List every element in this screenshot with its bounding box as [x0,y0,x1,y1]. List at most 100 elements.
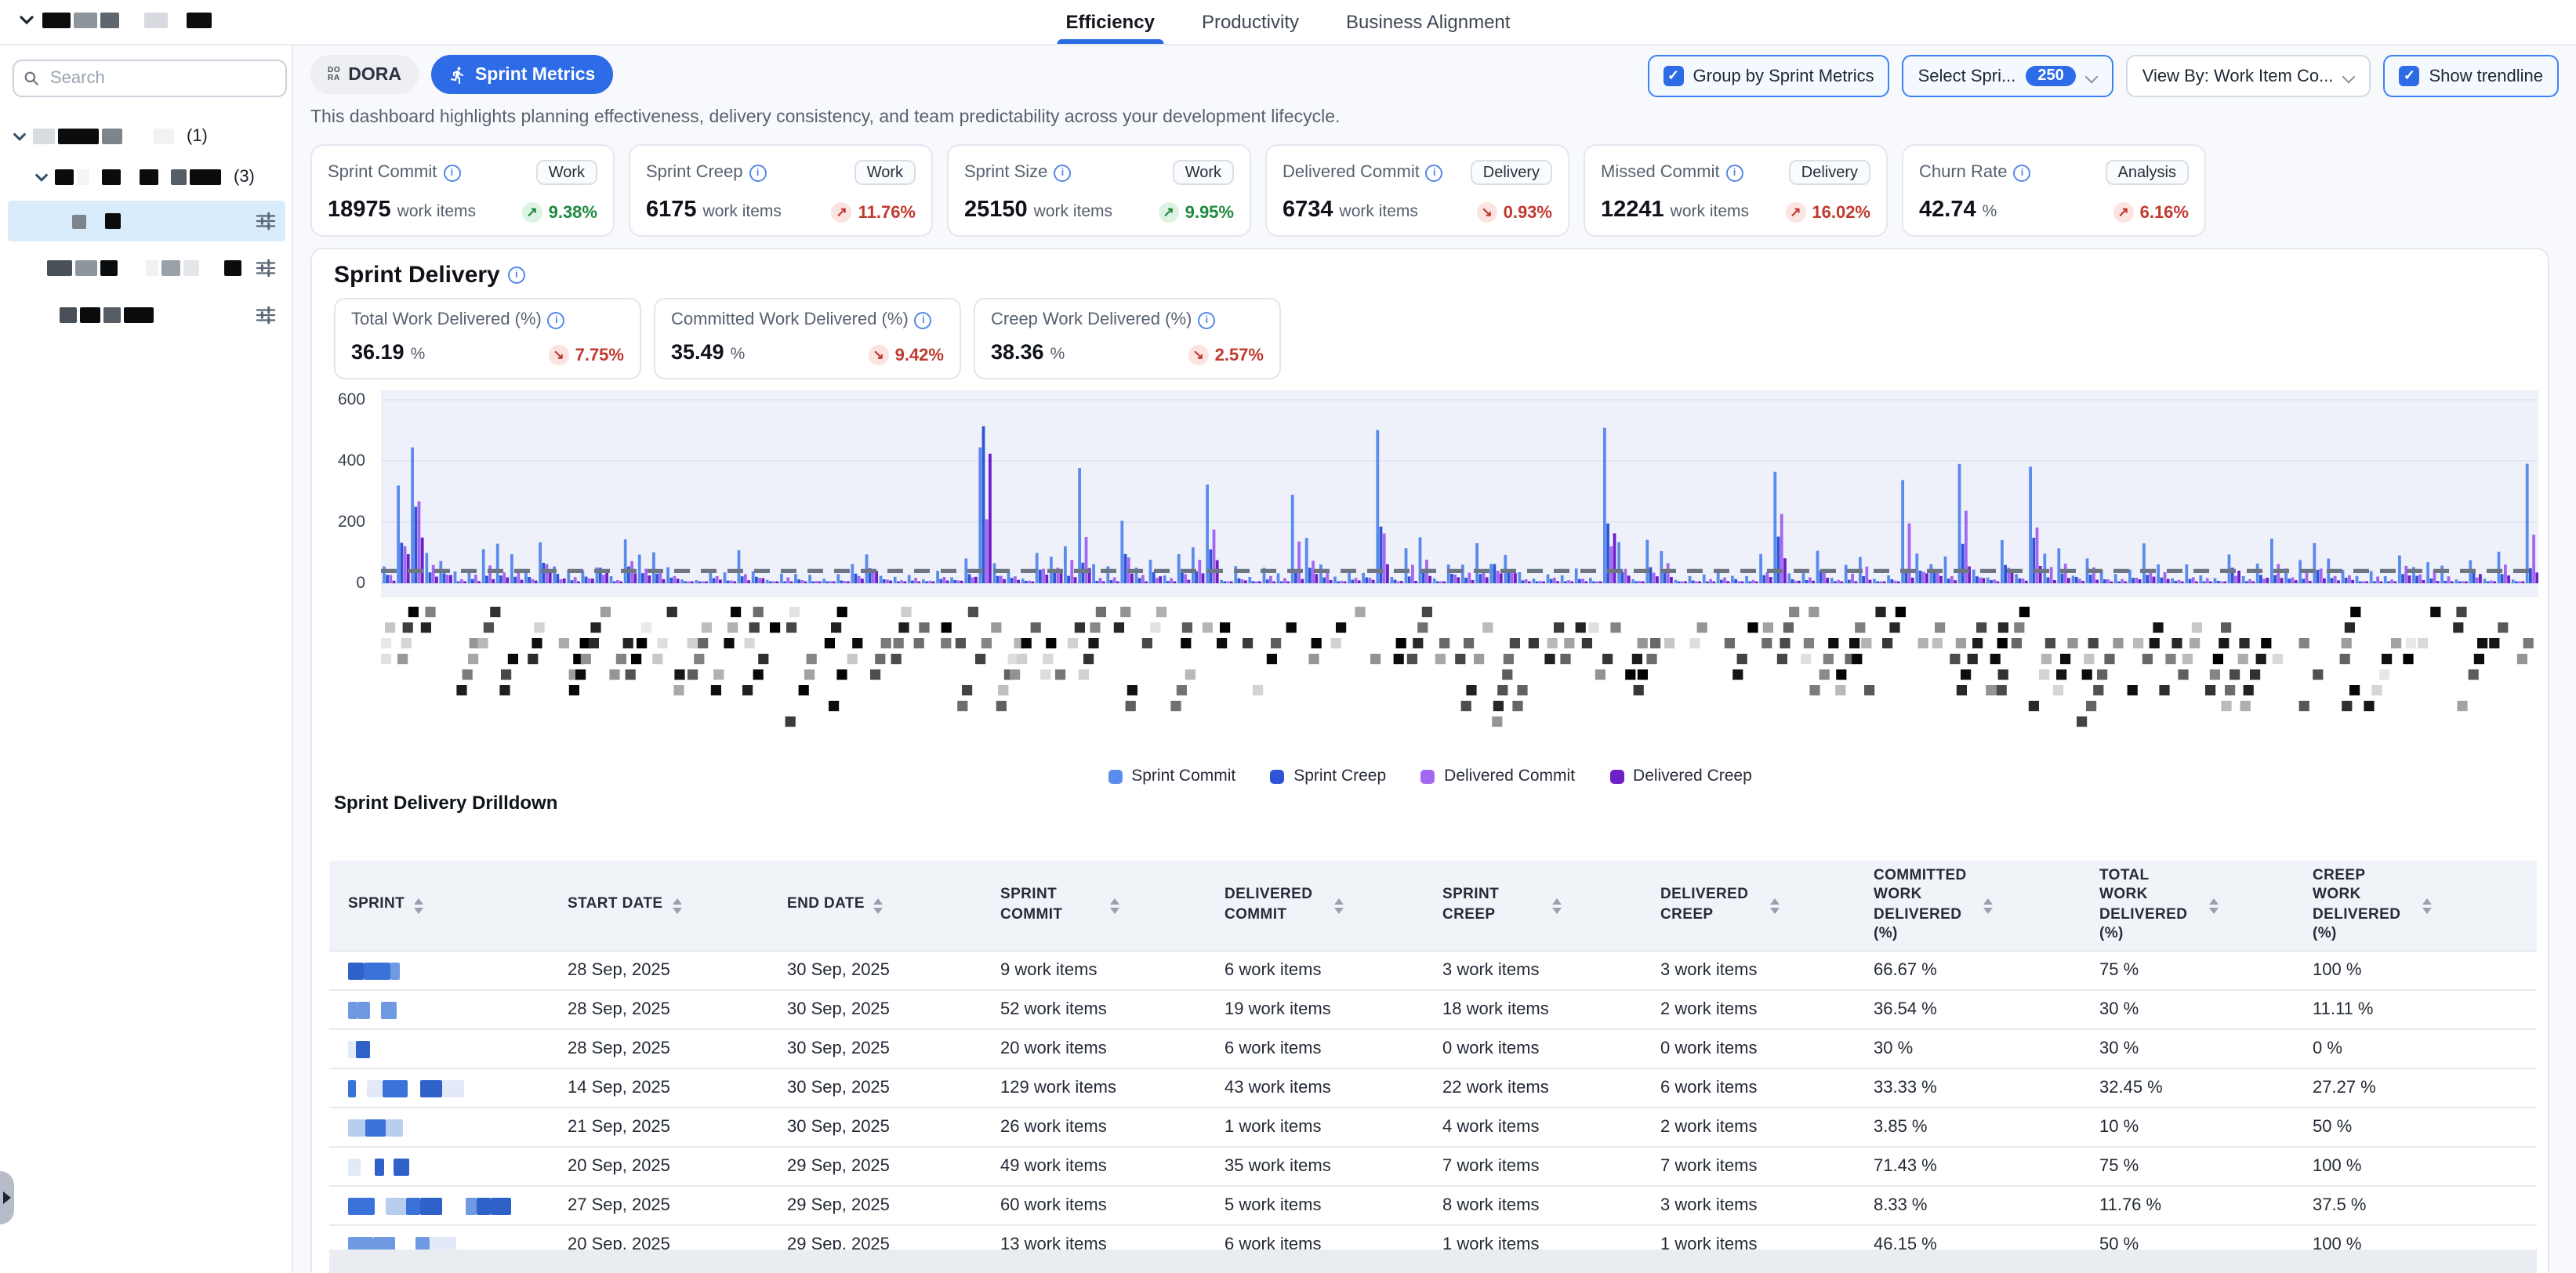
search-input[interactable] [47,67,276,89]
tab-business-alignment[interactable]: Business Alignment [1343,0,1513,44]
filter-icon-wrap[interactable] [256,211,276,231]
sort-asc-arrow [414,898,423,904]
redacted-block [190,169,221,185]
cell-delivered-commit: 6 work items [1206,1039,1424,1058]
sidebar-item[interactable]: (3) [0,160,292,194]
filter-sliders-icon[interactable] [256,258,276,278]
view-by-dropdown[interactable]: View By: Work Item Co... [2127,55,2371,97]
metric-value-row: 38.36%↘2.57% [991,340,1264,365]
metric-value-row: 35.49%↘9.42% [671,340,944,365]
column-header-label: Sprint Creep [1442,886,1543,924]
select-sprints-dropdown[interactable]: Select Spri... 250 [1903,55,2114,97]
cell-total-pct: 32.45 % [2081,1079,2294,1097]
cell-committed-pct: 3.85 % [1855,1118,2081,1137]
info-icon[interactable]: i [1054,164,1071,181]
column-header-label: Delivered Commit [1225,886,1325,924]
redacted-block [386,1197,406,1214]
sprint-name-redaction [348,1119,549,1136]
metric-delta-value: 9.42% [895,346,944,364]
cell-sprint-commit: 129 work items [981,1079,1206,1097]
info-icon[interactable]: i [915,311,932,328]
redacted-block [383,1079,408,1097]
redacted-block [72,214,86,228]
column-header-delivered-commit[interactable]: Delivered Commit [1206,886,1424,924]
legend-swatch [1420,769,1435,783]
info-icon[interactable]: i [749,164,767,181]
filter-icon-wrap[interactable] [256,258,276,278]
column-header-sprint[interactable]: Sprint [329,896,549,916]
dora-label: DORA [348,65,401,84]
y-tick-label: 600 [318,390,365,409]
info-icon[interactable]: i [443,164,460,181]
trend-up-arrow-icon: ↗ [1159,202,1179,223]
sort-icon [673,898,682,913]
chevron-down-icon[interactable] [34,170,49,184]
sprint-metrics-tab-button[interactable]: Sprint Metrics [431,55,612,94]
cell-delivered-creep: 3 work items [1642,1196,1855,1215]
info-icon[interactable]: i [2014,164,2031,181]
info-icon[interactable]: i [508,267,525,284]
trend-down-arrow-icon: ↘ [869,345,889,365]
selected-count-badge: 250 [2025,66,2076,86]
redacted-block [42,13,71,28]
sort-desc-arrow [874,907,883,913]
table-row: 28 Sep, 202530 Sep, 202520 work items6 w… [329,1028,2537,1068]
column-header-start-date[interactable]: Start Date [549,896,768,916]
sort-asc-arrow [1552,898,1562,904]
sidebar-collapse-handle[interactable] [0,1171,14,1224]
column-header-sprint-commit[interactable]: Sprint Commit [981,886,1206,924]
column-header-delivered-creep[interactable]: Delivered Creep [1642,886,1855,924]
redacted-block [466,1197,477,1214]
metric-unit: % [411,345,426,364]
cell-sprint-commit: 52 work items [981,1000,1206,1019]
chevron-down-icon[interactable] [13,129,27,143]
cell-start: 14 Sep, 2025 [549,1079,768,1097]
info-icon[interactable]: i [1198,311,1215,328]
kpi-title: Missed Commit [1601,163,1720,182]
redacted-block [357,1001,370,1018]
redacted-block [103,307,121,323]
cell-sprint-name-redacted [329,1158,549,1175]
main-area: DORA DORA Sprint Metrics ✓ Group by Spri… [292,44,2576,1273]
column-header-total-work-delivered[interactable]: Total Work Delivered (%) [2081,867,2294,945]
sidebar-item-content: (3) [0,168,292,187]
show-trendline-checkbox[interactable]: ✓ Show trendline [2383,55,2559,97]
group-by-sprint-metrics-checkbox[interactable]: ✓ Group by Sprint Metrics [1648,55,1890,97]
tab-efficiency[interactable]: Efficiency [1063,0,1158,44]
sidebar-item-label-redacted [55,169,221,185]
info-icon[interactable]: i [1726,164,1743,181]
kpi-value: 6175 [646,198,697,223]
filter-sliders-icon[interactable] [256,211,276,231]
org-selector[interactable] [19,13,212,28]
column-header-creep-work-delivered[interactable]: Creep Work Delivered (%) [2294,867,2537,945]
dora-tab-button[interactable]: DORA DORA [310,55,419,94]
column-header-committed-work-delivered[interactable]: Committed Work Delivered (%) [1855,867,2081,945]
column-header-label: Creep Work Delivered (%) [2313,867,2413,945]
tab-productivity[interactable]: Productivity [1199,0,1302,44]
cell-delivered-commit: 35 work items [1206,1157,1424,1176]
column-header-end-date[interactable]: End Date [768,896,981,916]
kpi-card-sprint-commit: Sprint CommitiWork18975work items↗9.38% [310,144,615,237]
column-header-sprint-creep[interactable]: Sprint Creep [1424,886,1642,924]
cell-delivered-commit: 6 work items [1206,961,1424,980]
sidebar-item[interactable] [0,251,292,285]
cell-sprint-commit: 9 work items [981,961,1206,980]
sidebar-item[interactable] [0,201,292,241]
search-box[interactable] [13,60,287,97]
sort-asc-arrow [2209,898,2219,904]
filter-sliders-icon[interactable] [256,305,276,325]
table-row: 20 Sep, 202529 Sep, 202549 work items35 … [329,1146,2537,1185]
info-icon[interactable]: i [1426,164,1443,181]
redacted-block [47,260,72,276]
kpi-unit: work items [703,202,782,221]
redacted-block [348,1040,356,1057]
kpi-delta: ↘0.93% [1477,202,1552,223]
cell-sprint-creep: 3 work items [1424,961,1642,980]
info-icon[interactable]: i [548,311,565,328]
sidebar-item-content [0,213,292,229]
sidebar-item[interactable] [0,298,292,332]
sidebar-item[interactable]: (1) [0,119,292,154]
cell-delivered-creep: 6 work items [1642,1079,1855,1097]
sprint-name-redaction [348,1158,549,1175]
filter-icon-wrap[interactable] [256,305,276,325]
